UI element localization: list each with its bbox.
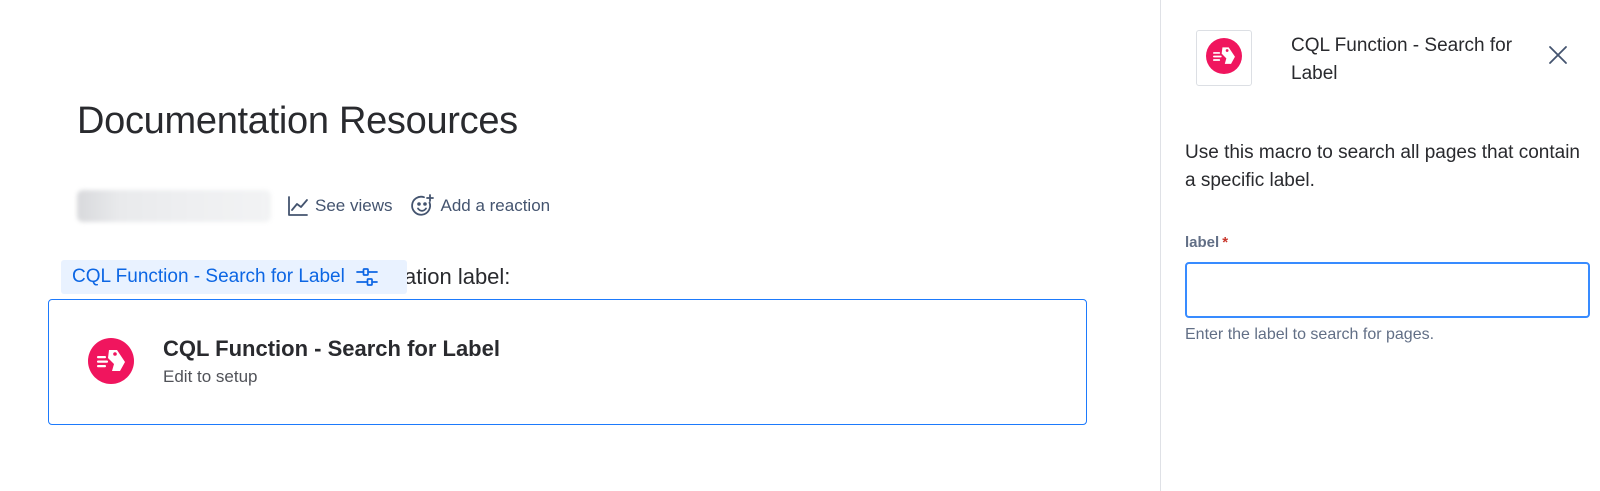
cql-label-logo-icon xyxy=(1206,37,1242,79)
label-helper-text: Enter the label to search for pages. xyxy=(1185,326,1435,343)
add-reaction-button[interactable]: Add a reaction xyxy=(410,190,550,222)
body-text-partial: ation label: xyxy=(404,264,511,289)
macro-card-subtitle: Edit to setup xyxy=(163,367,258,386)
author-byline-blurred xyxy=(77,190,271,222)
close-icon xyxy=(1548,45,1568,70)
sliders-icon[interactable] xyxy=(355,265,379,289)
panel-title: CQL Function - Search for Label xyxy=(1291,35,1513,84)
line-chart-icon xyxy=(285,193,311,219)
page-content: Documentation Resources See views Add a … xyxy=(0,0,1160,491)
see-views-button[interactable]: See views xyxy=(285,190,392,222)
panel-logo xyxy=(1196,30,1252,86)
page-meta-row: See views Add a reaction xyxy=(77,188,550,224)
label-input[interactable] xyxy=(1185,262,1590,318)
macro-chip[interactable]: CQL Function - Search for Label xyxy=(61,260,407,294)
required-marker: * xyxy=(1222,234,1229,251)
macro-config-panel: CQL Function - Search for Label Use this… xyxy=(1160,0,1600,491)
close-panel-button[interactable] xyxy=(1545,44,1571,70)
macro-chip-label: CQL Function - Search for Label xyxy=(72,266,345,287)
add-reaction-label: Add a reaction xyxy=(440,196,551,215)
page-title: Documentation Resources xyxy=(77,100,518,142)
panel-description: Use this macro to search all pages that … xyxy=(1185,142,1580,191)
macro-placeholder-card[interactable]: CQL Function - Search for Label Edit to … xyxy=(48,299,1087,425)
emoji-add-icon xyxy=(410,193,436,219)
macro-card-title: CQL Function - Search for Label xyxy=(163,336,500,361)
cql-label-logo-icon xyxy=(88,338,134,384)
label-field-label: label * xyxy=(1185,234,1228,251)
label-field-label-text: label xyxy=(1185,234,1220,251)
see-views-label: See views xyxy=(315,196,393,215)
